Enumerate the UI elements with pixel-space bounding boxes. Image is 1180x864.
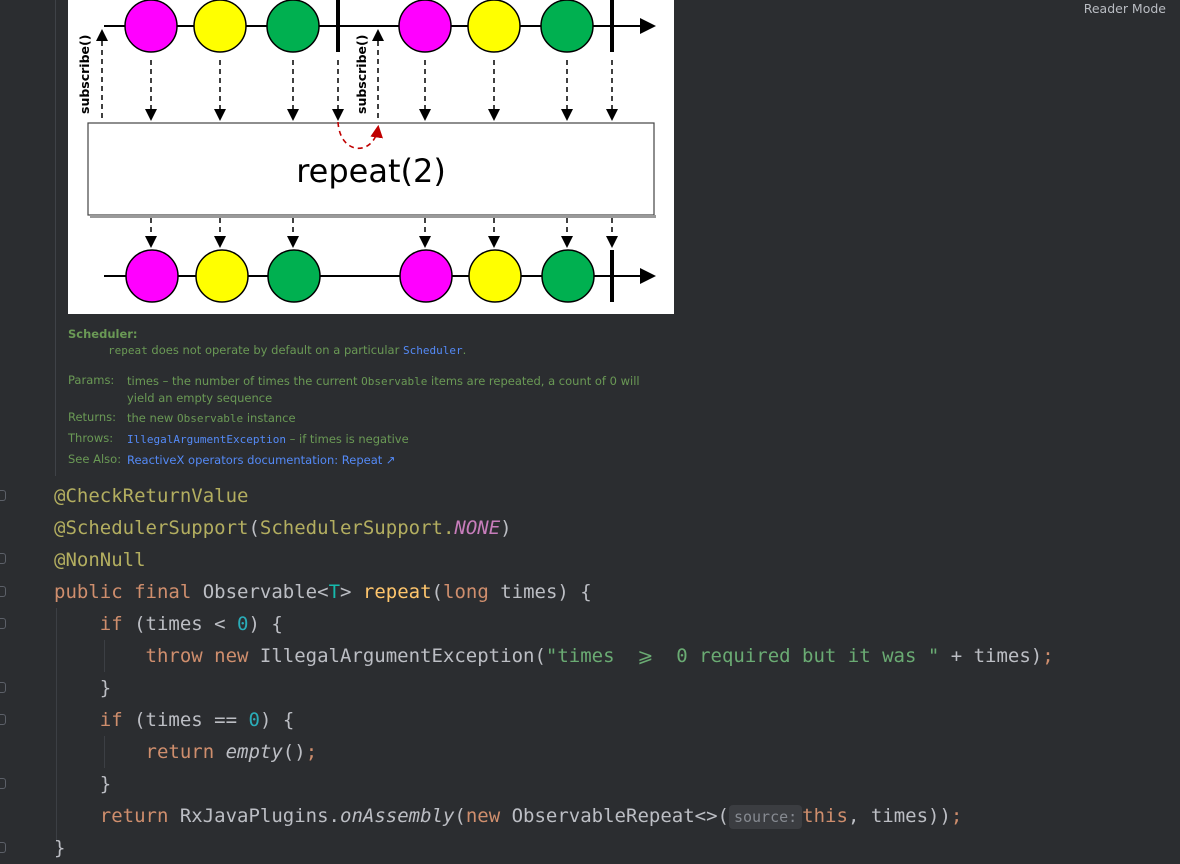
code-line: @NonNull [54, 549, 146, 571]
see-also-row: See Also: ReactiveX operators documentat… [68, 452, 396, 467]
code-line: throw new IllegalArgumentException("time… [145, 645, 1054, 667]
code-line: if (times < 0) { [99, 613, 283, 635]
editor-gutter [0, 0, 16, 863]
returns-row: Returns: the new Observable instance [68, 410, 296, 425]
code-line: return RxJavaPlugins.onAssembly(new Obse… [99, 805, 963, 829]
reactivex-docs-link[interactable]: ReactiveX operators documentation: Repea… [127, 453, 396, 467]
operator-label: repeat(2) [296, 152, 446, 190]
marble-green [267, 249, 321, 303]
subscribe-label: subscribe() [77, 35, 92, 114]
code-line: } [54, 837, 66, 859]
marble-yellow [195, 249, 249, 303]
code-line: public final Observable<T> repeat(long t… [54, 581, 592, 603]
code-line: } [99, 773, 112, 795]
marble-magenta [398, 0, 452, 53]
scheduler-link[interactable]: Scheduler [403, 344, 463, 357]
scheduler-text: repeat does not operate by default on a … [108, 343, 467, 357]
parameter-hint: source: [728, 805, 803, 829]
throws-row: Throws: IllegalArgumentException – if ti… [68, 431, 409, 446]
gutter-fold-marker[interactable] [0, 490, 6, 501]
params-row: Params: times – the number of times the … [68, 373, 640, 405]
code-line: @CheckReturnValue [54, 485, 249, 507]
javadoc-rendered-border [55, 0, 56, 476]
gutter-fold-marker[interactable] [0, 682, 6, 693]
gutter-fold-marker[interactable] [0, 842, 6, 853]
code-line: if (times == 0) { [99, 709, 295, 731]
gutter-fold-marker[interactable] [0, 714, 6, 725]
gutter-fold-marker[interactable] [0, 618, 6, 629]
subscribe-label: subscribe() [354, 35, 369, 114]
marble-magenta [125, 249, 179, 303]
repeat-marble-diagram: subscribe() subscribe() repeat(2) [68, 0, 674, 314]
marble-magenta [399, 249, 453, 303]
marble-green [540, 0, 594, 53]
scheduler-heading: Scheduler: [68, 327, 138, 341]
gutter-fold-marker[interactable] [0, 553, 6, 564]
illegal-argument-exception-link[interactable]: IllegalArgumentException [127, 433, 286, 446]
code-line: return empty(); [145, 741, 318, 763]
gutter-fold-marker[interactable] [0, 778, 6, 789]
javadoc-body: Scheduler: repeat does not operate by de… [68, 326, 668, 467]
marble-green [266, 0, 320, 53]
marble-magenta [124, 0, 178, 53]
marble-yellow [193, 0, 247, 53]
marble-yellow [468, 249, 522, 303]
code-line: @SchedulerSupport(SchedulerSupport.NONE) [54, 517, 512, 539]
code-line: } [99, 677, 112, 699]
marble-yellow [467, 0, 521, 53]
gutter-fold-marker[interactable] [0, 586, 6, 597]
reader-mode-toggle[interactable]: Reader Mode [1084, 0, 1166, 17]
marble-green [541, 249, 595, 303]
